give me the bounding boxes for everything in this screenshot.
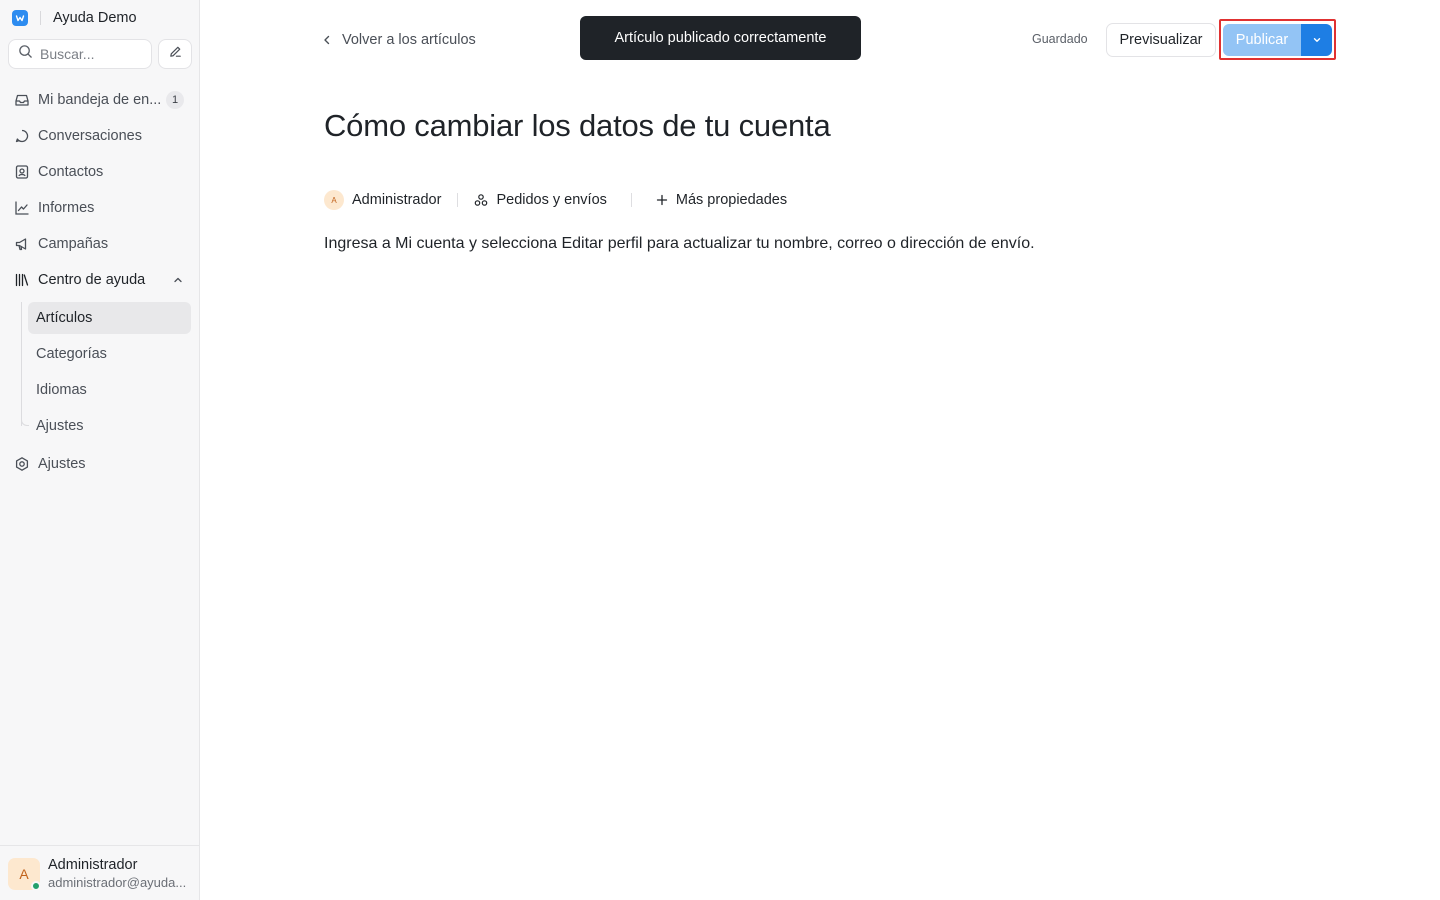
pencil-icon <box>168 44 183 64</box>
sidebar-item-conversations[interactable]: Conversaciones <box>8 120 192 152</box>
author-selector[interactable]: Administrador <box>352 192 441 208</box>
sidebar-item-inbox[interactable]: Mi bandeja de en... 1 <box>8 84 192 116</box>
chart-line-icon <box>14 200 30 216</box>
inbox-count-badge: 1 <box>166 91 184 109</box>
preview-button[interactable]: Previsualizar <box>1106 23 1216 57</box>
gear-icon <box>14 456 30 472</box>
sidebar-item-label: Ajustes <box>38 456 86 472</box>
sidebar-item-label: Informes <box>38 200 95 216</box>
publish-options-button[interactable] <box>1301 24 1332 56</box>
meta-divider <box>630 193 632 207</box>
sidebar-subitem-settings[interactable]: Ajustes <box>28 410 191 442</box>
success-toast: Artículo publicado correctamente <box>580 16 861 60</box>
sidebar: Ayuda Demo Mi bandeja de en... 1 Convers… <box>0 0 200 900</box>
publish-button[interactable]: Publicar <box>1223 24 1301 56</box>
brand-divider <box>40 11 41 25</box>
chevron-left-icon <box>322 34 332 46</box>
library-icon <box>14 272 30 288</box>
sidebar-item-label: Campañas <box>38 236 109 252</box>
app-logo-icon <box>12 10 28 26</box>
article-body[interactable]: Ingresa a Mi cuenta y selecciona Editar … <box>324 235 1035 253</box>
publish-button-group: Publicar <box>1219 19 1336 60</box>
sidebar-item-label: Centro de ayuda <box>38 272 146 288</box>
chat-bubble-icon <box>14 128 30 144</box>
search-input[interactable] <box>40 46 140 62</box>
sidebar-item-settings[interactable]: Ajustes <box>8 448 192 480</box>
sidebar-item-campaigns[interactable]: Campañas <box>8 228 192 260</box>
brand[interactable]: Ayuda Demo <box>12 8 137 28</box>
user-name: Administrador <box>48 857 138 873</box>
plus-icon <box>656 194 668 206</box>
article-properties: A Administrador Pedidos y envíos Más pro… <box>324 189 787 211</box>
search-icon <box>18 44 33 64</box>
compose-button[interactable] <box>158 39 192 69</box>
sidebar-subitem-languages[interactable]: Idiomas <box>28 374 191 406</box>
submenu-guide-line <box>21 302 22 426</box>
megaphone-icon <box>14 236 30 252</box>
category-selector[interactable]: Pedidos y envíos <box>496 192 606 208</box>
contact-card-icon <box>14 164 30 180</box>
brand-name: Ayuda Demo <box>53 10 137 26</box>
author-avatar: A <box>324 190 344 210</box>
sidebar-item-reports[interactable]: Informes <box>8 192 192 224</box>
article-title[interactable]: Cómo cambiar los datos de tu cuenta <box>324 108 831 144</box>
back-label: Volver a los artículos <box>342 32 476 48</box>
meta-divider <box>457 193 459 207</box>
chevron-up-icon[interactable] <box>172 274 184 290</box>
user-profile[interactable]: A Administrador administrador@ayuda... <box>0 845 199 900</box>
user-email: administrador@ayuda... <box>48 875 187 890</box>
search-box[interactable] <box>8 39 152 69</box>
online-status-dot <box>31 881 41 891</box>
chevron-down-icon <box>1312 33 1322 48</box>
sidebar-subitem-articles[interactable]: Artículos <box>28 302 191 334</box>
sidebar-item-label: Mi bandeja de en... <box>38 92 162 108</box>
category-icon <box>474 193 488 207</box>
more-properties-button[interactable]: Más propiedades <box>676 192 787 208</box>
sidebar-item-help-center[interactable]: Centro de ayuda <box>8 264 192 296</box>
sidebar-item-contacts[interactable]: Contactos <box>8 156 192 188</box>
back-to-articles-link[interactable]: Volver a los artículos <box>322 30 476 50</box>
sidebar-item-label: Contactos <box>38 164 104 180</box>
inbox-icon <box>14 92 30 108</box>
sidebar-subitem-categories[interactable]: Categorías <box>28 338 191 370</box>
save-status: Guardado <box>1032 32 1088 46</box>
sidebar-item-label: Conversaciones <box>38 128 142 144</box>
